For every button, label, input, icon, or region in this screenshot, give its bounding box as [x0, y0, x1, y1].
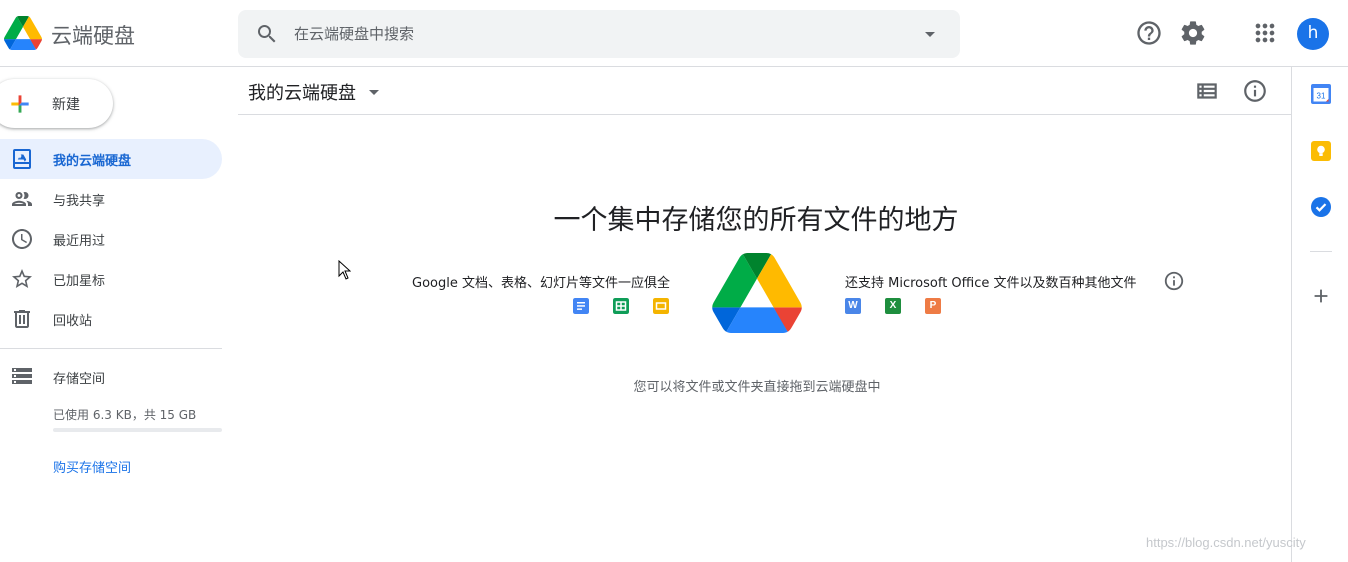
top-header: 云端硬盘 h — [0, 0, 1348, 67]
side-panel: 31 — [1291, 67, 1348, 562]
side-panel-divider — [1310, 251, 1332, 252]
people-icon — [12, 192, 32, 206]
buy-storage-link[interactable]: 购买存储空间 — [53, 457, 131, 476]
drop-hint-text: 您可以将文件或文件夹直接拖到云端硬盘中 — [633, 380, 881, 395]
sidebar-item-label: 最近用过 — [53, 234, 106, 249]
word-icon: W — [845, 298, 861, 314]
trash-icon — [14, 310, 30, 328]
docs-icon — [573, 298, 589, 314]
info-icon[interactable] — [1163, 270, 1185, 292]
search-bar[interactable] — [238, 10, 960, 58]
search-input[interactable] — [294, 10, 894, 58]
apps-grid-icon[interactable] — [1251, 19, 1279, 47]
slides-icon — [653, 298, 669, 314]
tasks-icon[interactable] — [1310, 196, 1332, 218]
sidebar-item-starred[interactable]: 已加星标 — [0, 259, 222, 299]
search-icon[interactable] — [255, 22, 279, 46]
sidebar-item-shared-with-me[interactable]: 与我共享 — [0, 179, 222, 219]
calendar-day-number: 31 — [1317, 92, 1326, 101]
powerpoint-icon: P — [925, 298, 941, 314]
plus-icon — [11, 95, 29, 113]
keep-icon[interactable] — [1310, 140, 1332, 162]
sidebar-item-my-drive[interactable]: 我的云端硬盘 — [0, 139, 222, 179]
drive-hero-logo-icon — [712, 253, 802, 333]
new-button-label: 新建 — [52, 97, 80, 113]
main-toolbar: 我的云端硬盘 — [238, 67, 1291, 115]
info-icon[interactable] — [1242, 78, 1268, 104]
my-drive-icon — [13, 149, 31, 169]
google-files-text: Google 文档、表格、幻灯片等文件一应俱全 — [412, 276, 670, 291]
add-addon-plus-icon[interactable] — [1310, 285, 1332, 307]
calendar-icon[interactable]: 31 — [1310, 83, 1332, 105]
sidebar-item-storage[interactable]: 存储空间 — [0, 356, 222, 396]
excel-icon: X — [885, 298, 901, 314]
star-icon — [12, 269, 32, 288]
settings-gear-icon[interactable] — [1179, 19, 1207, 47]
sidebar-item-label: 我的云端硬盘 — [53, 154, 132, 169]
search-options-icon[interactable] — [918, 22, 942, 46]
storage-label: 存储空间 — [53, 372, 106, 387]
sheets-icon — [613, 298, 629, 314]
app-title[interactable]: 云端硬盘 — [51, 20, 135, 50]
help-icon[interactable] — [1135, 19, 1163, 47]
mouse-cursor-icon — [338, 260, 351, 280]
drive-logo-icon[interactable] — [4, 16, 42, 50]
storage-usage-text: 已使用 6.3 KB，共 15 GB — [53, 408, 197, 422]
list-view-icon[interactable] — [1194, 78, 1220, 104]
sidebar-item-recent[interactable]: 最近用过 — [0, 219, 222, 259]
sidebar-item-trash[interactable]: 回收站 — [0, 299, 222, 339]
chevron-down-icon[interactable] — [362, 80, 386, 104]
sidebar-item-label: 与我共享 — [53, 194, 106, 209]
sidebar-item-label: 已加星标 — [53, 274, 106, 289]
account-avatar[interactable]: h — [1297, 18, 1329, 50]
office-files-text: 还支持 Microsoft Office 文件以及数百种其他文件 — [845, 276, 1137, 291]
watermark-text: https://blog.csdn.net/yuscity — [1146, 535, 1306, 550]
empty-state-title: 一个集中存储您的所有文件的地方 — [553, 205, 959, 236]
sidebar-divider — [0, 348, 222, 349]
sidebar-item-label: 回收站 — [53, 314, 93, 329]
storage-icon — [12, 368, 32, 384]
new-button[interactable]: 新建 — [0, 79, 113, 128]
breadcrumb[interactable]: 我的云端硬盘 — [248, 79, 356, 105]
storage-usage-bar — [53, 428, 222, 432]
clock-icon — [12, 229, 32, 249]
